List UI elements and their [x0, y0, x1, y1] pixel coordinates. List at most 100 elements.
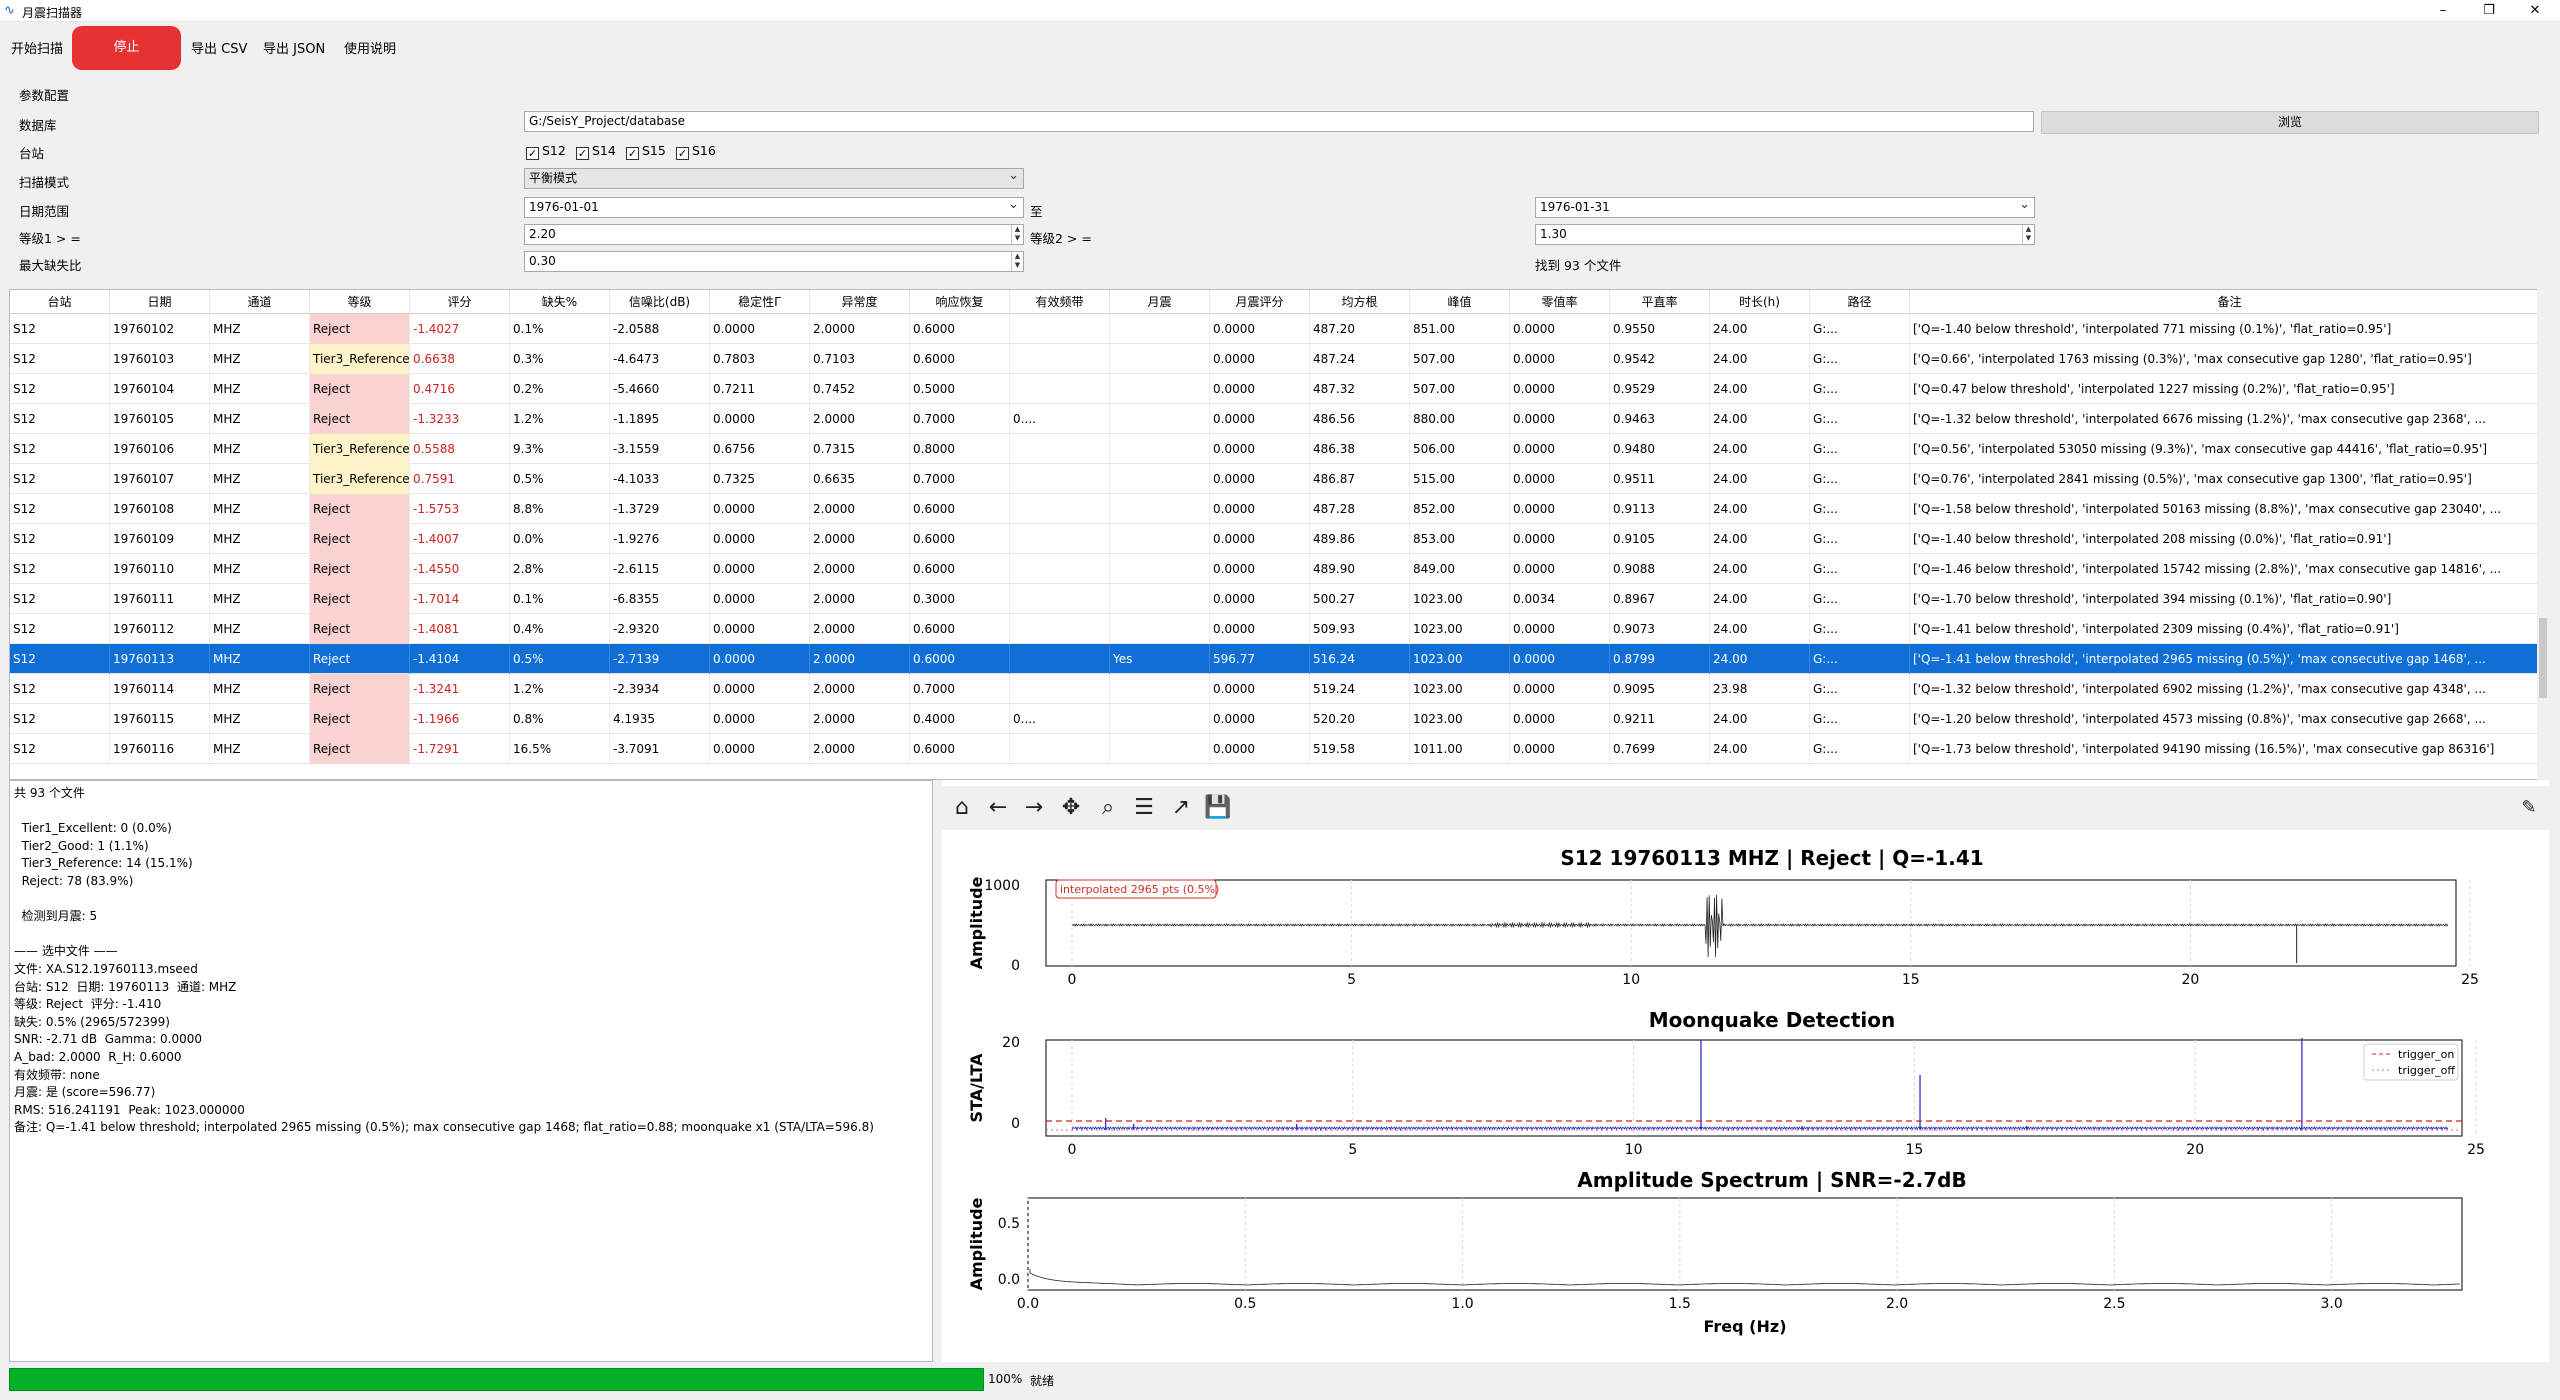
spin-arrows-icon[interactable]: ▲ ▼ [2022, 225, 2034, 244]
stop-button[interactable]: 停止 [72, 26, 181, 70]
cell-channel: MHZ [210, 584, 310, 614]
station-checkbox-s15[interactable]: ✓ S15 [626, 143, 666, 160]
configure-icon[interactable]: ☰ [1129, 786, 1159, 830]
cell-moonquake [1110, 584, 1210, 614]
cell-missing: 0.4% [510, 614, 610, 644]
cell-flat-rate: 0.9511 [1610, 464, 1710, 494]
cell-duration: 23.98 [1710, 674, 1810, 704]
table-row[interactable]: S12 19760116 MHZ Reject -1.7291 16.5% -3.7091 0… [10, 734, 2548, 764]
table-row[interactable]: S12 19760105 MHZ Reject -1.3233 1.2% -1.1895 0.… [10, 404, 2548, 434]
cell-path: G:... [1810, 644, 1910, 674]
checkbox-check-icon: ✓ [526, 147, 539, 160]
table-row[interactable]: S12 19760112 MHZ Reject -1.4081 0.4% -2.9320 0.… [10, 614, 2548, 644]
save-icon[interactable]: 💾 [1203, 786, 1233, 830]
cell-peak: 1023.00 [1410, 644, 1510, 674]
column-header-level[interactable]: 等级 [310, 290, 410, 314]
column-header-path[interactable]: 路径 [1810, 290, 1910, 314]
column-header-band[interactable]: 有效频带 [1010, 290, 1110, 314]
column-header-anomaly[interactable]: 异常度 [810, 290, 910, 314]
cell-channel: MHZ [210, 644, 310, 674]
column-header-channel[interactable]: 通道 [210, 290, 310, 314]
column-header-stability[interactable]: 稳定性Γ [710, 290, 810, 314]
plots-figure: S12 19760113 MHZ | Reject | Q=-1.41 inte… [967, 846, 2485, 1336]
results-table[interactable]: 台站 日期 通道 等级 评分 缺失% 信噪比(dB) 稳定性Γ 异常度 响应恢复 有效频带 月震 月震评… [9, 289, 2549, 780]
level2-spinbox[interactable]: 1.30 ▲ ▼ [1535, 224, 2035, 245]
level1-spinbox[interactable]: 2.20 ▲ ▼ [524, 224, 1024, 245]
table-row[interactable]: S12 19760111 MHZ Reject -1.7014 0.1% -6.8355 0.… [10, 584, 2548, 614]
table-row[interactable]: S12 19760106 MHZ Tier3_Reference 0.5588 9.3% -… [10, 434, 2548, 464]
cell-anomaly: 2.0000 [810, 614, 910, 644]
table-vertical-scrollbar[interactable] [2537, 289, 2549, 780]
cell-score: 0.7591 [410, 464, 510, 494]
table-row[interactable]: S12 19760109 MHZ Reject -1.4007 0.0% -1.9276 0.… [10, 524, 2548, 554]
browse-button[interactable]: 浏览 [2041, 111, 2539, 134]
level2-label: 等级2 > = [1030, 231, 1092, 246]
column-header-duration[interactable]: 时长(h) [1710, 290, 1810, 314]
minimize-button[interactable]: – [2428, 2, 2458, 20]
cell-mq-score: 0.0000 [1210, 524, 1310, 554]
table-row[interactable]: S12 19760115 MHZ Reject -1.1966 0.8% 4.1935 0.0… [10, 704, 2548, 734]
maximize-button[interactable]: ❐ [2474, 2, 2504, 20]
table-row[interactable]: S12 19760108 MHZ Reject -1.5753 8.8% -1.3729 0.… [10, 494, 2548, 524]
start-scan-button[interactable]: 开始扫描 [11, 38, 63, 57]
station-checkbox-s12[interactable]: ✓ S12 [526, 143, 566, 160]
spectrum-ytick: 0.5 [998, 1216, 1020, 1232]
cell-band [1010, 464, 1110, 494]
table-row[interactable]: S12 19760103 MHZ Tier3_Reference 0.6638 0.3% -… [10, 344, 2548, 374]
cell-peak: 1023.00 [1410, 614, 1510, 644]
station-checkbox-s16[interactable]: ✓ S16 [676, 143, 716, 160]
column-header-response[interactable]: 响应恢复 [910, 290, 1010, 314]
column-header-moonquake[interactable]: 月震 [1110, 290, 1210, 314]
column-header-score[interactable]: 评分 [410, 290, 510, 314]
cell-date: 19760116 [110, 734, 210, 764]
station-checkbox-s14[interactable]: ✓ S14 [576, 143, 616, 160]
cell-band [1010, 374, 1110, 404]
cell-missing: 0.1% [510, 584, 610, 614]
table-row[interactable]: S12 19760102 MHZ Reject -1.4027 0.1% -2.0588 0.… [10, 314, 2548, 344]
help-button[interactable]: 使用说明 [344, 38, 396, 57]
column-header-flat-rate[interactable]: 平直率 [1610, 290, 1710, 314]
spectrum-plot: Amplitude Spectrum | SNR=-2.7dB Amplitud… [967, 1168, 2463, 1336]
spin-arrows-icon[interactable]: ▲ ▼ [1011, 252, 1023, 271]
forward-arrow-icon[interactable]: → [1019, 786, 1049, 830]
export-csv-button[interactable]: 导出 CSV [191, 38, 247, 57]
cell-score: -1.4104 [410, 644, 510, 674]
column-header-zero-rate[interactable]: 零值率 [1510, 290, 1610, 314]
column-header-snr[interactable]: 信噪比(dB) [610, 290, 710, 314]
cell-rms: 487.24 [1310, 344, 1410, 374]
zoom-icon[interactable]: ⌕ [1093, 786, 1123, 830]
date-to-select[interactable]: 1976-01-31 [1535, 195, 2035, 218]
edit-icon[interactable]: ✎ [2514, 786, 2544, 830]
max-missing-spinbox[interactable]: 0.30 ▲ ▼ [524, 251, 1024, 272]
scan-mode-select[interactable]: 平衡模式 [524, 166, 1024, 189]
table-row[interactable]: S12 19760110 MHZ Reject -1.4550 2.8% -2.6115 0.… [10, 554, 2548, 584]
cell-station: S12 [10, 734, 110, 764]
column-header-rms[interactable]: 均方根 [1310, 290, 1410, 314]
cell-rms: 516.24 [1310, 644, 1410, 674]
table-row[interactable]: S12 19760107 MHZ Tier3_Reference 0.7591 0.5% -… [10, 464, 2548, 494]
column-header-station[interactable]: 台站 [10, 290, 110, 314]
axes-edit-icon[interactable]: ↗ [1166, 786, 1196, 830]
column-header-mq-score[interactable]: 月震评分 [1210, 290, 1310, 314]
column-header-missing[interactable]: 缺失% [510, 290, 610, 314]
home-icon[interactable]: ⌂ [947, 786, 977, 830]
table-scrollbar-thumb[interactable] [2539, 618, 2547, 698]
table-row[interactable]: S12 19760104 MHZ Reject 0.4716 0.2% -5.4660 0.7… [10, 374, 2548, 404]
column-header-remarks[interactable]: 备注 [1910, 290, 2548, 314]
pan-icon[interactable]: ✥ [1056, 786, 1086, 830]
date-from-select[interactable]: 1976-01-01 [524, 195, 1024, 218]
cell-score: 0.6638 [410, 344, 510, 374]
close-button[interactable]: ✕ [2520, 2, 2550, 20]
table-row[interactable]: S12 19760114 MHZ Reject -1.3241 1.2% -2.3934 0.… [10, 674, 2548, 704]
table-row[interactable]: S12 19760113 MHZ Reject -1.4104 0.5% -2.7139 0.… [10, 644, 2548, 674]
export-json-button[interactable]: 导出 JSON [263, 38, 325, 57]
database-input[interactable]: G:/SeisY_Project/database [524, 111, 2034, 132]
date-to-label: 至 [1030, 204, 1043, 219]
back-arrow-icon[interactable]: ← [983, 786, 1013, 830]
cell-remarks: ['Q=-1.40 below threshold', 'interpolate… [1910, 524, 2548, 554]
column-header-date[interactable]: 日期 [110, 290, 210, 314]
spin-arrows-icon[interactable]: ▲ ▼ [1011, 225, 1023, 244]
column-header-peak[interactable]: 峰值 [1410, 290, 1510, 314]
cell-level: Reject [310, 494, 410, 524]
cell-level: Tier3_Reference [310, 464, 410, 494]
